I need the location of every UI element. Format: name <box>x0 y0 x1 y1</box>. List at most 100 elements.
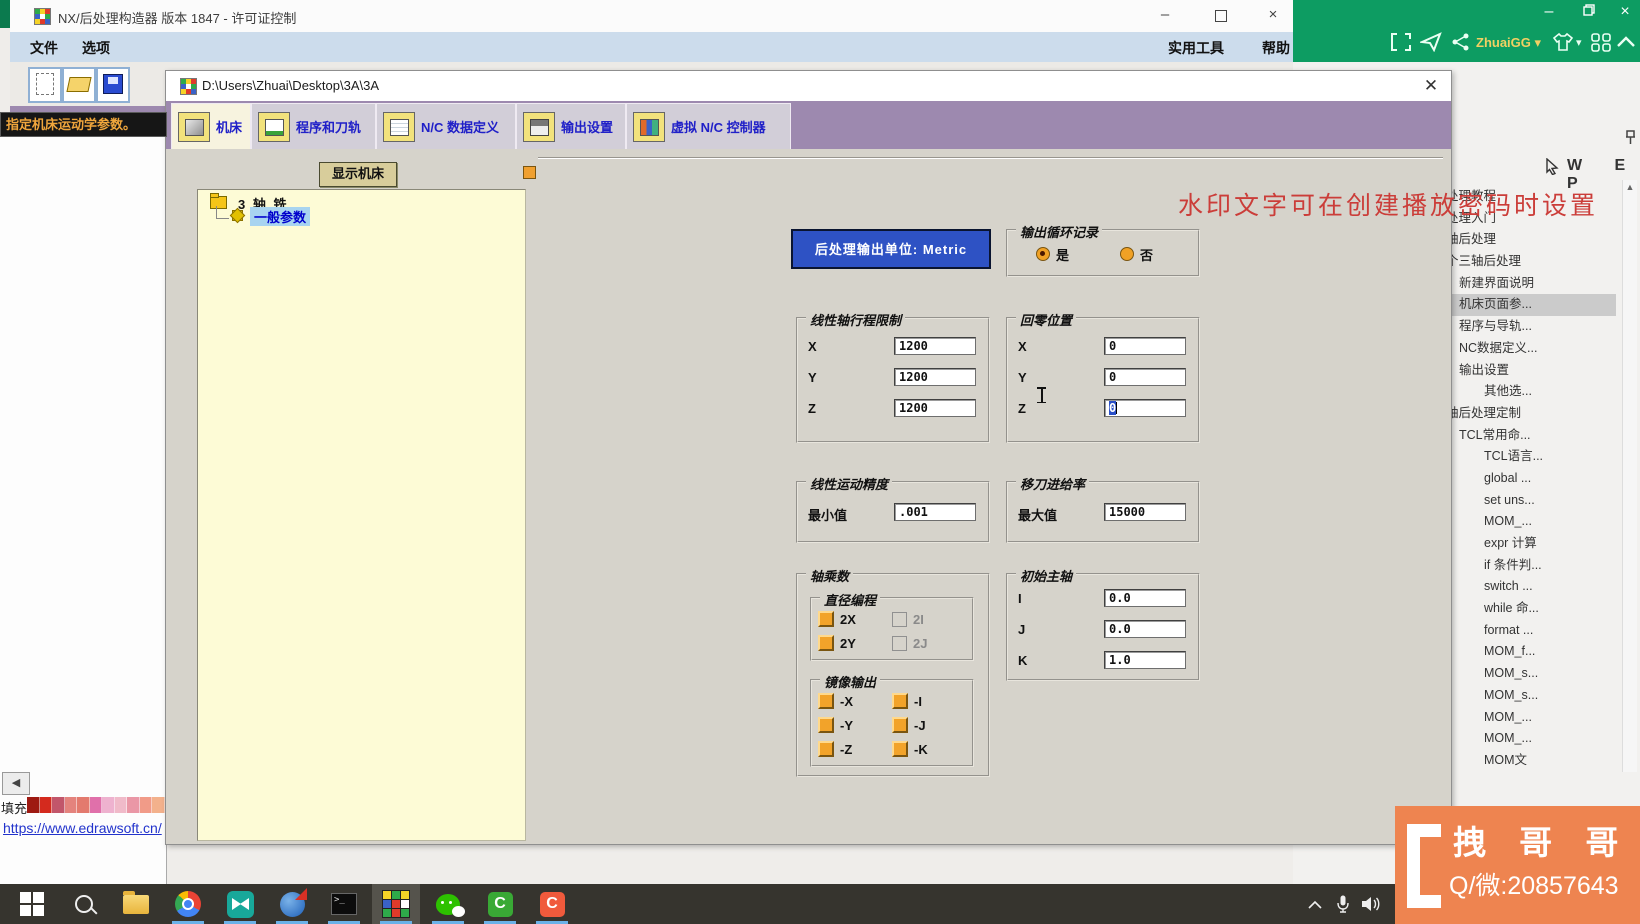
travel-z-field[interactable]: 1200 <box>894 399 976 417</box>
menu-utilities[interactable]: 实用工具 <box>1168 38 1224 58</box>
color-swatch[interactable] <box>65 797 78 813</box>
tutorial-list-item[interactable]: 其他选... <box>1446 381 1616 403</box>
color-swatch[interactable] <box>77 797 90 813</box>
maximize-icon[interactable] <box>1206 5 1236 27</box>
taskbar-search-icon[interactable] <box>60 884 108 924</box>
taskbar-chrome-icon[interactable] <box>164 884 212 924</box>
recorder-minimize-icon[interactable]: – <box>1536 2 1562 24</box>
recorder-restore-icon[interactable] <box>1576 2 1602 24</box>
tab-4[interactable]: 虚拟 N/C 控制器 <box>626 103 791 149</box>
tray-expand-icon[interactable] <box>1302 884 1328 924</box>
checkbox-icon[interactable] <box>818 635 834 651</box>
panel-scrollbar[interactable]: ▲ <box>1622 180 1637 772</box>
home-y-field[interactable]: 0 <box>1104 368 1186 386</box>
recorder-close-icon[interactable]: × <box>1612 2 1638 24</box>
share-icon[interactable] <box>1450 32 1472 52</box>
open-file-icon[interactable] <box>62 67 96 103</box>
tutorial-list-item[interactable]: 个三轴后处理 <box>1446 251 1616 273</box>
splitter-handle[interactable] <box>523 166 536 179</box>
close-icon[interactable]: × <box>1258 5 1288 27</box>
cycle-yes-radio[interactable] <box>1036 247 1050 261</box>
checkbox-icon[interactable] <box>892 612 907 627</box>
tutorial-list-item[interactable]: 轴后处理定制 <box>1446 403 1616 425</box>
travel-y-field[interactable]: 1200 <box>894 368 976 386</box>
cycle-no-label[interactable]: 否 <box>1140 245 1153 264</box>
tutorial-list-item[interactable]: NC数据定义... <box>1446 338 1616 360</box>
tutorial-list-item[interactable]: 输出设置 <box>1446 360 1616 382</box>
taskbar-nx-post-builder-icon[interactable] <box>372 884 420 924</box>
home-x-field[interactable]: 0 <box>1104 337 1186 355</box>
color-swatch[interactable] <box>52 797 65 813</box>
tutorial-list-item[interactable]: MOM_s... <box>1446 685 1616 707</box>
tutorial-list-item[interactable]: TCL语言... <box>1446 446 1616 468</box>
tutorial-list-item[interactable]: 程序与导轨... <box>1446 316 1616 338</box>
save-icon[interactable] <box>96 67 130 103</box>
dialog-close-icon[interactable]: ✕ <box>1421 76 1441 96</box>
menu-file[interactable]: 文件 <box>30 38 58 58</box>
color-swatch[interactable] <box>27 797 40 813</box>
fullscreen-icon[interactable] <box>1390 32 1412 52</box>
apps-grid-icon[interactable] <box>1590 32 1612 52</box>
pin-icon[interactable] <box>1624 130 1637 145</box>
tab-1[interactable]: 程序和刀轨 <box>251 103 376 149</box>
color-swatch[interactable] <box>90 797 103 813</box>
menu-options[interactable]: 选项 <box>82 38 110 58</box>
precision-min-field[interactable]: .001 <box>894 503 976 521</box>
color-swatch[interactable] <box>40 797 53 813</box>
mirror-checkbox--Z[interactable]: -Z <box>818 741 892 757</box>
spindle-j-field[interactable]: 0.0 <box>1104 620 1186 638</box>
microphone-icon[interactable] <box>1330 884 1356 924</box>
diameter-checkbox-2I[interactable]: 2I <box>892 611 966 627</box>
cycle-no-radio[interactable] <box>1120 247 1134 261</box>
cycle-yes-label[interactable]: 是 <box>1056 245 1069 264</box>
tutorial-list-item[interactable]: 机床页面参... <box>1446 294 1616 316</box>
color-swatch[interactable] <box>140 797 153 813</box>
tutorial-list-item[interactable]: format ... <box>1446 620 1616 642</box>
tree-item-general-params[interactable]: 一般参数 <box>250 207 310 226</box>
left-arrow-icon[interactable]: ◀ <box>2 772 30 795</box>
recorder-username[interactable]: ZhuaiGG ▾ <box>1476 35 1541 51</box>
spindle-i-field[interactable]: 0.0 <box>1104 589 1186 607</box>
taskbar-wechat-icon[interactable] <box>424 884 472 924</box>
taskbar-camtasia-recorder-icon[interactable]: C <box>528 884 576 924</box>
cursor-icon[interactable] <box>1544 158 1560 175</box>
travel-x-field[interactable]: 1200 <box>894 337 976 355</box>
edraw-url-link[interactable]: https://www.edrawsoft.cn/ <box>3 820 162 836</box>
checkbox-icon[interactable] <box>892 741 908 757</box>
menu-help[interactable]: 帮助 <box>1262 38 1290 58</box>
send-icon[interactable] <box>1420 32 1442 52</box>
tab-0[interactable]: 机床 <box>171 103 251 149</box>
minimize-icon[interactable]: – <box>1150 5 1180 27</box>
color-swatch[interactable] <box>127 797 140 813</box>
taskbar-camtasia-icon[interactable]: C <box>476 884 524 924</box>
checkbox-icon[interactable] <box>892 636 907 651</box>
tutorial-list-item[interactable]: 轴后处理 <box>1446 229 1616 251</box>
diameter-checkbox-2Y[interactable]: 2Y <box>818 635 892 651</box>
mirror-checkbox--X[interactable]: -X <box>818 693 892 709</box>
tutorial-list-item[interactable]: switch ... <box>1446 576 1616 598</box>
taskbar-terminal-icon[interactable]: >_ <box>320 884 368 924</box>
tutorial-list-item[interactable]: MOM_f... <box>1446 641 1616 663</box>
taskbar-start-icon[interactable] <box>8 884 56 924</box>
checkbox-icon[interactable] <box>818 741 834 757</box>
shirt-dropdown-icon[interactable]: ▾ <box>1576 36 1582 49</box>
taskbar-edraw-icon[interactable] <box>268 884 316 924</box>
diameter-checkbox-2X[interactable]: 2X <box>818 611 892 627</box>
home-z-field[interactable]: 0 <box>1104 399 1186 417</box>
tab-3[interactable]: 输出设置 <box>516 103 626 149</box>
feed-max-field[interactable]: 15000 <box>1104 503 1186 521</box>
tutorial-list-item[interactable]: MOM_... <box>1446 511 1616 533</box>
speaker-icon[interactable] <box>1358 884 1384 924</box>
checkbox-icon[interactable] <box>818 717 834 733</box>
mirror-checkbox--K[interactable]: -K <box>892 741 966 757</box>
color-swatch[interactable] <box>152 797 165 813</box>
color-swatch[interactable] <box>115 797 128 813</box>
taskbar-file-explorer-icon[interactable] <box>112 884 160 924</box>
checkbox-icon[interactable] <box>892 717 908 733</box>
mirror-checkbox--I[interactable]: -I <box>892 693 966 709</box>
tutorial-list-item[interactable]: set uns... <box>1446 490 1616 512</box>
checkbox-icon[interactable] <box>818 693 834 709</box>
tutorial-list-item[interactable]: while 命... <box>1446 598 1616 620</box>
diameter-checkbox-2J[interactable]: 2J <box>892 635 966 651</box>
chevron-up-icon[interactable] <box>1615 32 1637 52</box>
